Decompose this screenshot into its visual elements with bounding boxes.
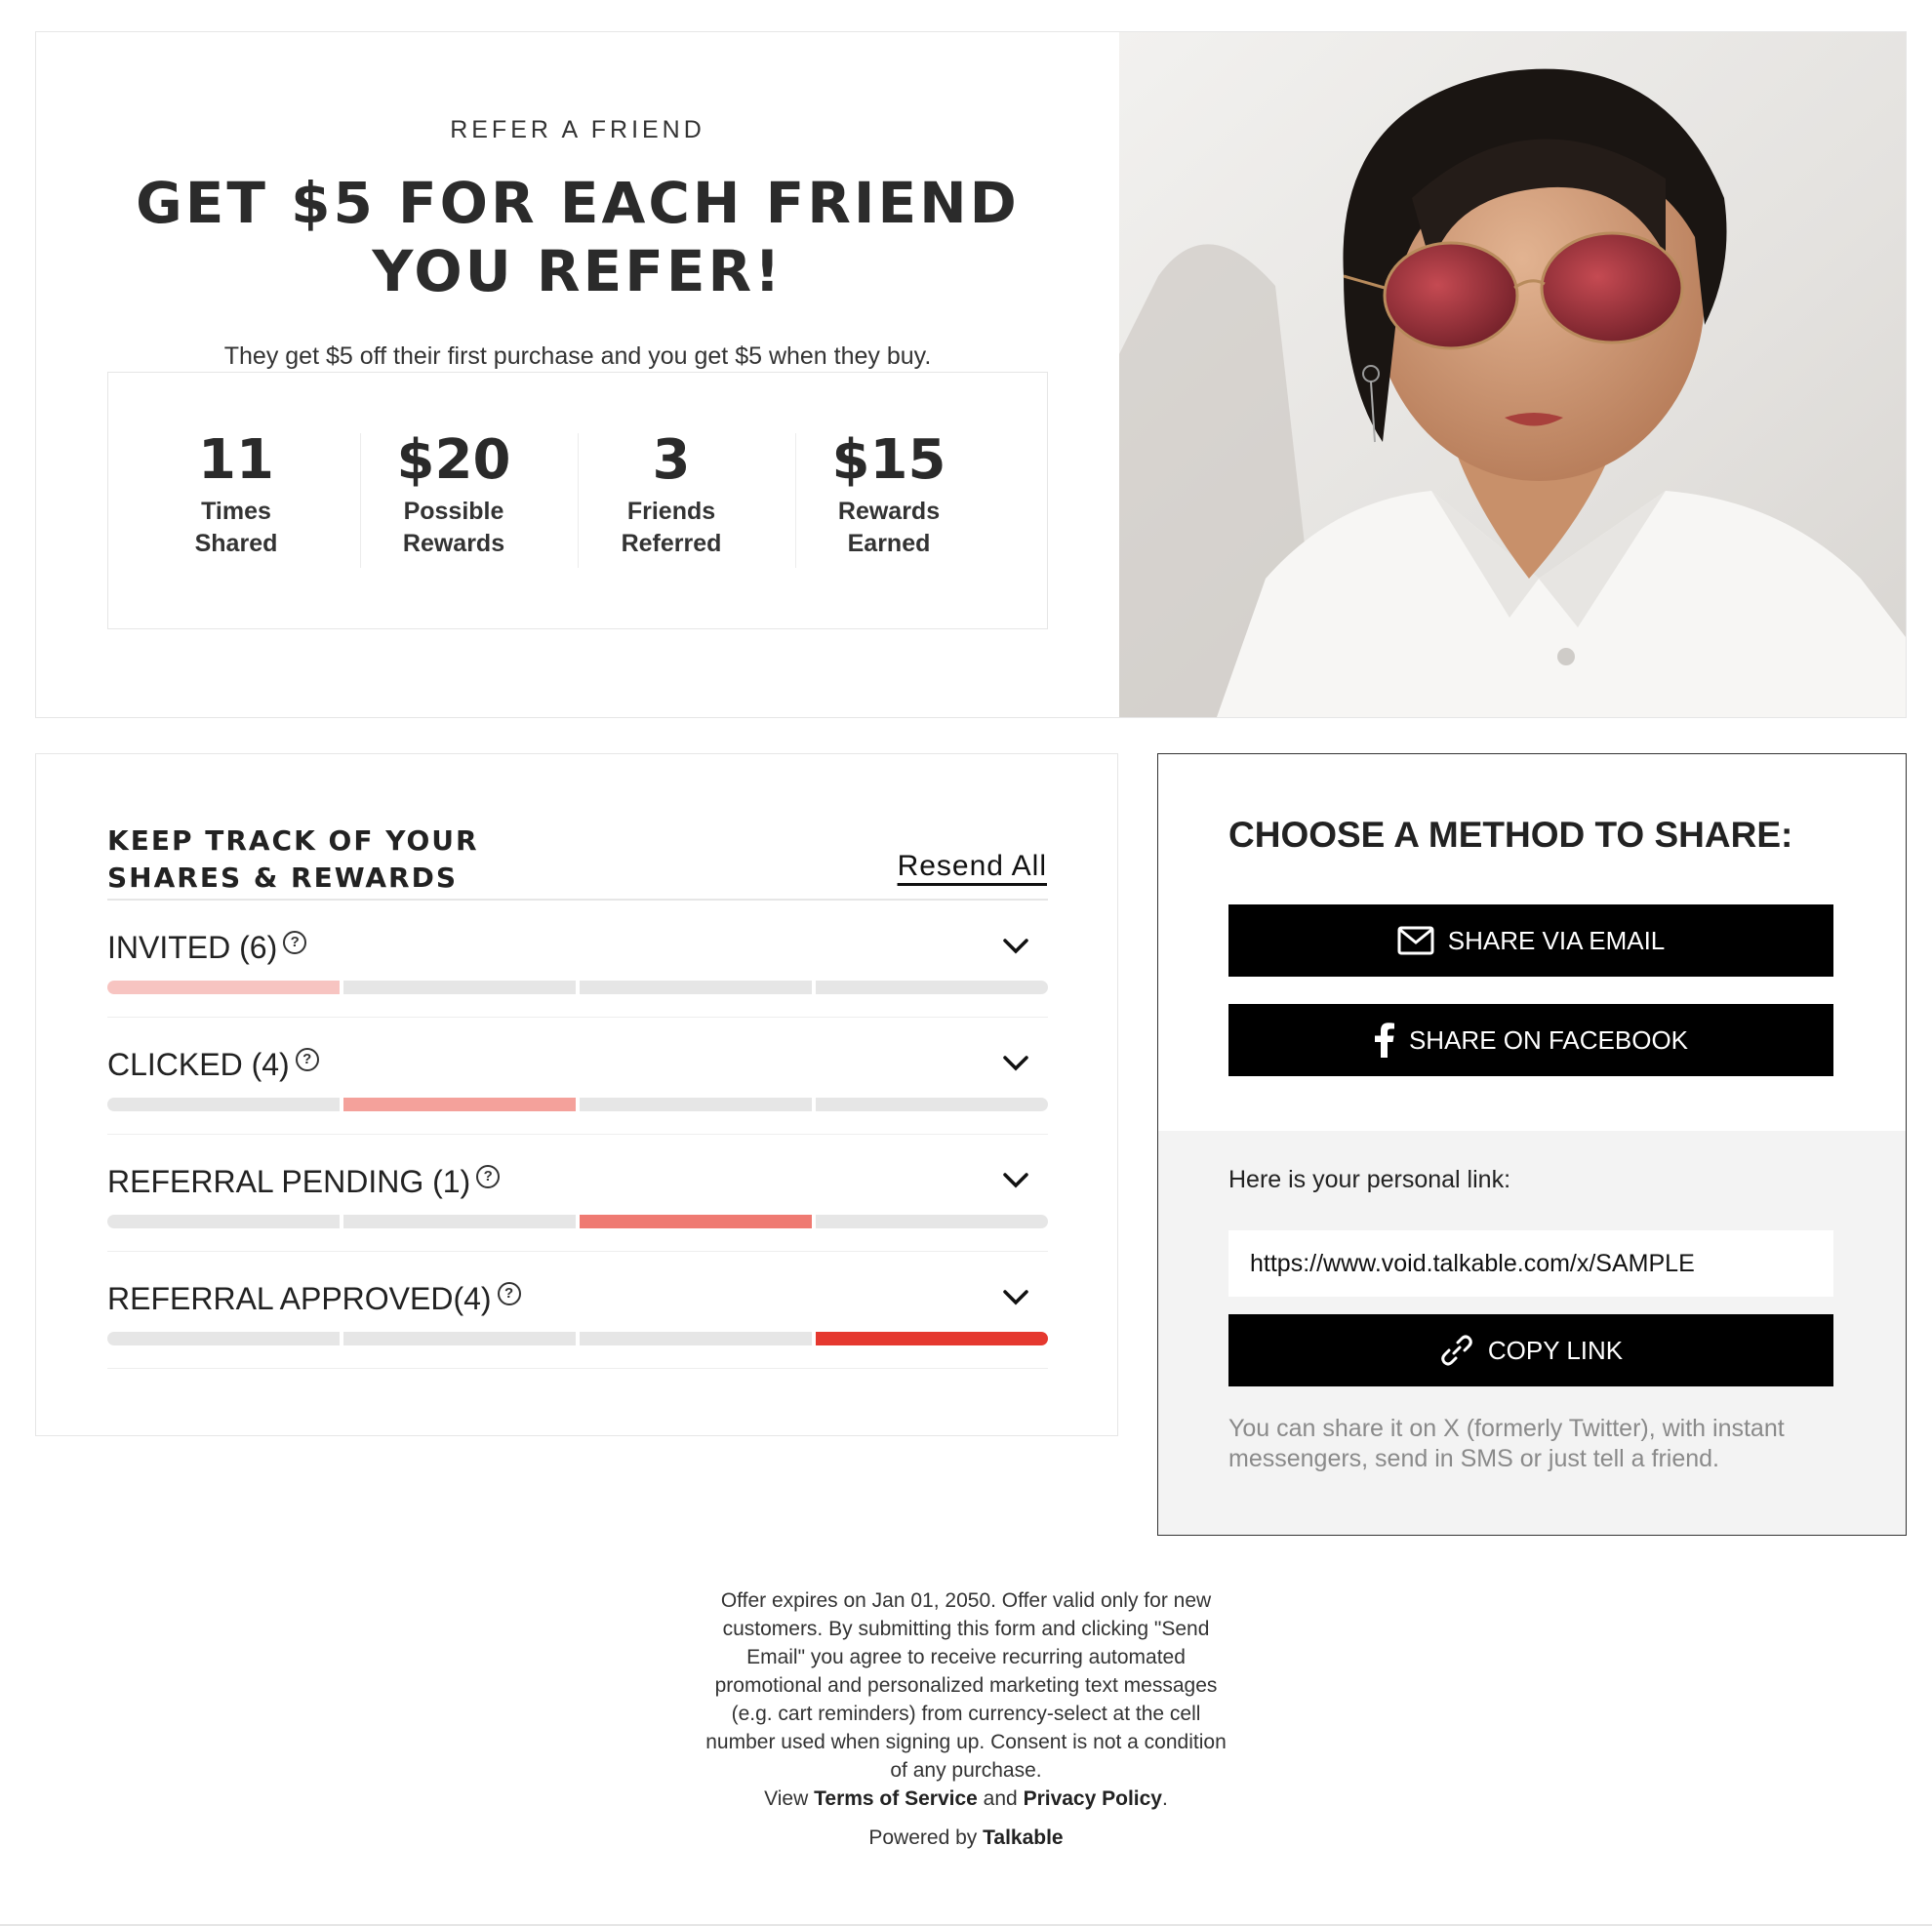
share-on-facebook-label: SHARE ON FACEBOOK [1408,1024,1689,1055]
progress-segment [816,981,1048,994]
progress-bar [107,1215,1048,1228]
terms-of-service-link[interactable]: Terms of Service [814,1787,978,1810]
stat-label: Times Shared [194,498,278,557]
progress-segment [580,981,812,994]
chevron-down-icon[interactable] [1001,1051,1030,1074]
question-circle-icon[interactable]: ? [283,931,307,954]
stat-label: Friends Referred [621,498,722,557]
tracking-row-label: INVITED (6)? [107,930,307,966]
share-on-facebook-button[interactable]: SHARE ON FACEBOOK [1228,1004,1833,1076]
share-via-email-label: SHARE VIA EMAIL [1447,925,1666,955]
tracking-row-label: REFERRAL PENDING (1)? [107,1164,501,1200]
progress-segment [343,1215,576,1228]
progress-segment [580,1332,812,1345]
terms-line: View Terms of Service and Privacy Policy… [764,1787,1168,1810]
tracking-row-label: REFERRAL APPROVED(4)? [107,1281,521,1317]
chevron-down-icon[interactable] [1001,1285,1030,1308]
headline-line-1: GET $5 FOR EACH FRIEND [136,170,1020,236]
share-via-email-button[interactable]: SHARE VIA EMAIL [1228,904,1833,977]
progress-segment [816,1098,1048,1111]
share-card: CHOOSE A METHOD TO SHARE: SHARE VIA EMAI… [1157,753,1907,1536]
envelope-icon [1397,926,1434,955]
question-circle-icon[interactable]: ? [295,1048,319,1071]
tracking-title: KEEP TRACK OF YOUR SHARES & REWARDS [107,824,479,894]
hero-subline: They get $5 off their first purchase and… [223,342,932,370]
progress-segment [343,981,576,994]
progress-segment [816,1215,1048,1228]
hero-headline: GET $5 FOR EACH FRIEND YOU REFER! [36,169,1119,305]
stats-panel: 11 Times Shared $20 Possible Rewards 3 Fri… [107,372,1048,629]
progress-segment [580,1098,812,1111]
copy-link-label: COPY LINK [1487,1335,1624,1365]
progress-bar [107,1332,1048,1345]
stat-value: 3 [652,428,691,492]
privacy-policy-link[interactable]: Privacy Policy [1024,1787,1162,1810]
tracking-card: KEEP TRACK OF YOUR SHARES & REWARDS Rese… [35,753,1118,1436]
stat-value: 11 [198,428,274,492]
progress-bar [107,1098,1048,1111]
woman-portrait-image [1119,32,1906,717]
share-note: You can share it on X (formerly Twitter)… [1228,1415,1785,1472]
headline-line-2: YOU REFER! [372,238,784,304]
chevron-down-icon[interactable] [1001,1168,1030,1191]
stat-friends-referred: 3 Friends Referred [563,429,780,560]
legal-disclaimer: Offer expires on Jan 01, 2050. Offer val… [705,1589,1227,1782]
progress-segment [107,1215,340,1228]
facebook-icon [1374,1023,1394,1058]
progress-segment [580,1215,812,1228]
tracking-row-label: CLICKED (4)? [107,1047,319,1083]
tracking-row[interactable]: INVITED (6)? [107,901,1048,1018]
stat-times-shared: 11 Times Shared [128,429,344,560]
progress-bar [107,981,1048,994]
tracking-row[interactable]: REFERRAL APPROVED(4)? [107,1252,1048,1369]
stat-value: $15 [831,428,946,492]
hero-photo [1119,32,1906,717]
progress-segment [816,1332,1048,1345]
resend-all-link[interactable]: Resend All [898,850,1047,883]
hero-card: REFER A FRIEND GET $5 FOR EACH FRIEND YO… [35,31,1907,718]
tracking-row[interactable]: REFERRAL PENDING (1)? [107,1135,1048,1252]
progress-segment [343,1332,576,1345]
question-circle-icon[interactable]: ? [476,1165,501,1188]
share-title: CHOOSE A METHOD TO SHARE: [1228,815,1793,855]
copy-link-button[interactable]: COPY LINK [1228,1314,1833,1386]
stat-label: Rewards Earned [837,498,941,557]
progress-segment [107,1098,340,1111]
eyebrow-label: REFER A FRIEND [450,116,705,143]
personal-link-label: Here is your personal link: [1228,1166,1511,1193]
progress-segment [107,981,340,994]
progress-segment [343,1098,576,1111]
stat-value: $20 [396,428,511,492]
powered-by: Powered by Talkable [868,1826,1064,1849]
personal-link-input[interactable] [1228,1230,1833,1297]
link-icon [1441,1335,1472,1366]
stat-label: Possible Rewards [402,498,505,557]
talkable-link[interactable]: Talkable [983,1826,1063,1849]
chevron-down-icon[interactable] [1001,934,1030,957]
stat-possible-rewards: $20 Possible Rewards [345,429,562,560]
question-circle-icon[interactable]: ? [497,1282,521,1305]
stat-rewards-earned: $15 Rewards Earned [781,429,997,560]
tracking-row[interactable]: CLICKED (4)? [107,1018,1048,1135]
hero-content: REFER A FRIEND GET $5 FOR EACH FRIEND YO… [36,32,1119,717]
progress-segment [107,1332,340,1345]
